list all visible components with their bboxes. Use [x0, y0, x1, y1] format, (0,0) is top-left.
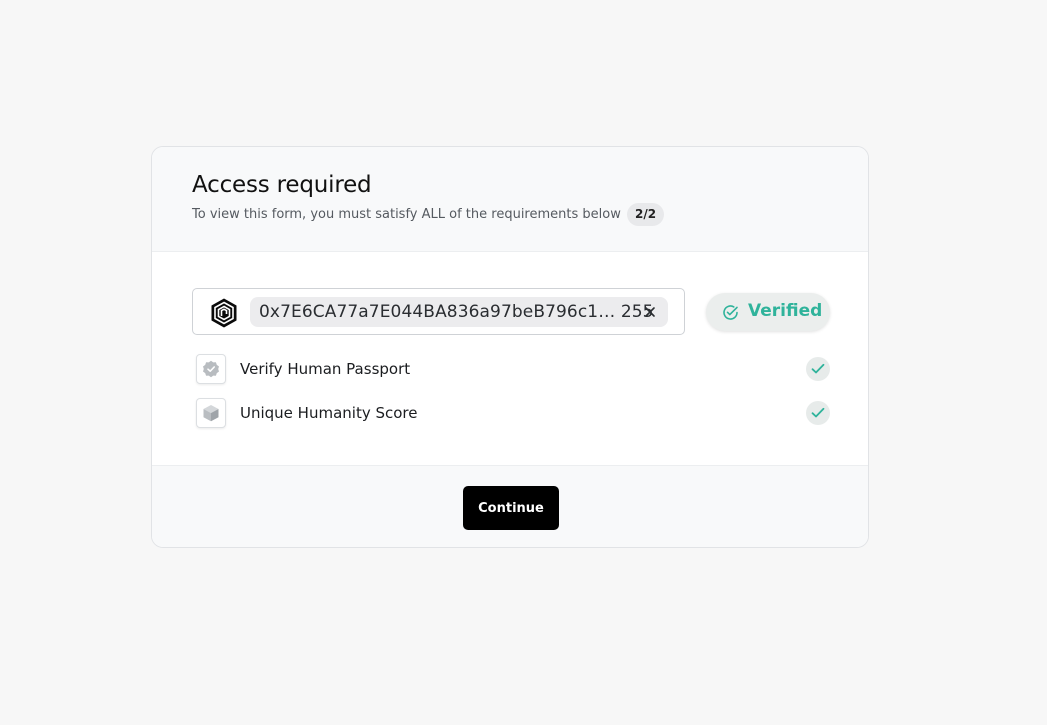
- wallet-address-text: 0x7E6CA77a7E044BA836a97beB796c1… 255: [259, 302, 654, 322]
- check-circle-icon: [723, 305, 738, 320]
- requirement-icon-box: [196, 398, 226, 428]
- requirement-complete-badge: [806, 357, 830, 381]
- requirement-label: Verify Human Passport: [240, 360, 411, 378]
- verified-status-button[interactable]: Verified: [706, 293, 830, 331]
- card-body: 0x7E6CA77a7E044BA836a97beB796c1… 255 Ver…: [152, 252, 868, 465]
- access-card: Access required To view this form, you m…: [151, 146, 869, 548]
- checkmark-icon: [811, 363, 825, 374]
- wallet-address-chip: 0x7E6CA77a7E044BA836a97beB796c1… 255: [250, 297, 668, 327]
- requirement-label: Unique Humanity Score: [240, 404, 418, 422]
- requirement-item-unique-humanity-score: Unique Humanity Score: [196, 398, 830, 430]
- requirements-description: To view this form, you must satisfy ALL …: [192, 207, 621, 222]
- card-footer: Continue: [152, 465, 868, 547]
- page-title: Access required: [192, 172, 372, 198]
- requirement-item-verify-human-passport: Verify Human Passport: [196, 354, 830, 386]
- verified-label: Verified: [748, 301, 823, 321]
- continue-button[interactable]: Continue: [463, 486, 559, 530]
- requirement-icon-box: [196, 354, 226, 384]
- cube-icon: [203, 405, 219, 422]
- human-passport-logo-icon: [211, 298, 237, 328]
- close-icon[interactable]: [642, 304, 658, 320]
- requirements-progress-badge: 2/2: [627, 203, 665, 226]
- card-header: Access required To view this form, you m…: [152, 147, 868, 252]
- checkmark-icon: [811, 407, 825, 418]
- wallet-address-field[interactable]: 0x7E6CA77a7E044BA836a97beB796c1… 255: [192, 288, 685, 335]
- requirement-complete-badge: [806, 401, 830, 425]
- shield-badge-icon: [203, 360, 219, 378]
